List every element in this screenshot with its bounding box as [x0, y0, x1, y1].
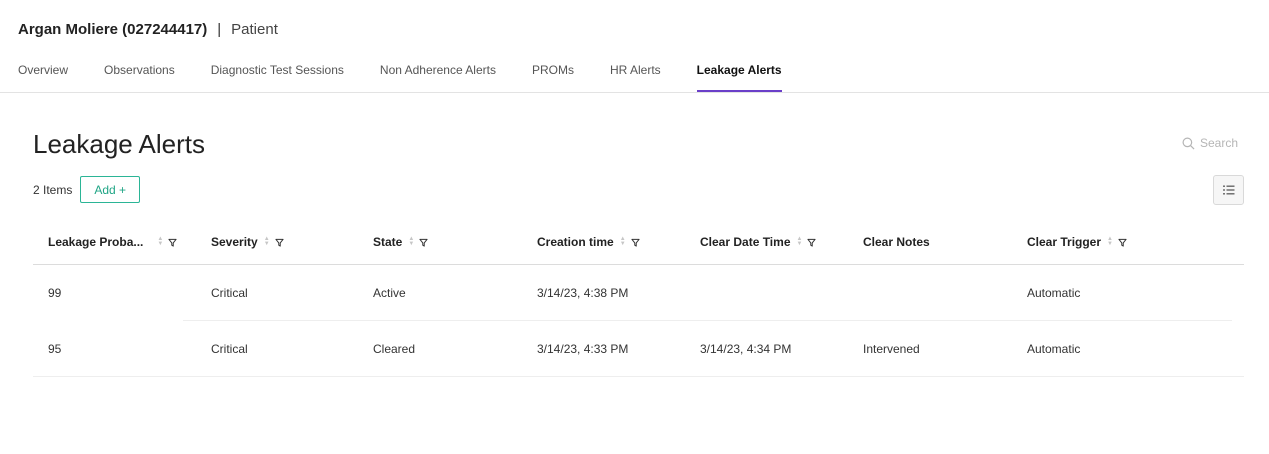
tab-diagnostic-test-sessions[interactable]: Diagnostic Test Sessions [211, 56, 344, 92]
table-row[interactable]: 99 Critical Active 3/14/23, 4:38 PM Auto… [33, 265, 1244, 321]
sort-icon[interactable]: ▲ ▼ [620, 236, 626, 247]
column-label: State [373, 235, 403, 249]
cell-creation-time: 3/14/23, 4:38 PM [537, 286, 629, 300]
sort-icon[interactable]: ▲ ▼ [264, 236, 270, 247]
sort-icon[interactable]: ▲ ▼ [408, 236, 414, 247]
cell-state: Cleared [373, 341, 416, 356]
filter-icon[interactable] [631, 238, 640, 247]
cell-clear-notes: Intervened [863, 341, 920, 356]
tab-observations[interactable]: Observations [104, 56, 175, 92]
page-header: Argan Moliere (027244417) | Patient [18, 21, 278, 38]
cell-leakage-probability: 95 [48, 341, 62, 356]
search-box[interactable]: Search [1182, 136, 1238, 150]
tab-proms[interactable]: PROMs [532, 56, 574, 92]
sort-icon[interactable]: ▲ ▼ [157, 236, 163, 247]
table-row[interactable]: 95 Critical Cleared 3/14/23, 4:33 PM 3/1… [33, 321, 1244, 377]
header-separator: | [217, 21, 222, 38]
column-label: Clear Notes [863, 235, 930, 249]
column-settings-button[interactable] [1213, 175, 1244, 205]
column-label: Creation time [537, 235, 614, 249]
cell-severity: Critical [211, 341, 248, 356]
cell-clear-trigger: Automatic [1027, 341, 1081, 356]
patient-role: Patient [231, 21, 278, 38]
column-header-severity[interactable]: Severity ▲ ▼ [211, 235, 373, 249]
filter-icon[interactable] [275, 238, 284, 247]
table-header: Leakage Proba... ▲ ▼ Severity ▲ ▼ State ▲ ▼… [33, 220, 1244, 265]
filter-icon[interactable] [807, 238, 817, 247]
column-label: Severity [211, 235, 258, 249]
column-header-state[interactable]: State ▲ ▼ [373, 235, 537, 249]
items-count: 2 Items [33, 182, 73, 197]
sort-icon[interactable]: ▲ ▼ [1107, 236, 1113, 247]
tab-non-adherence-alerts[interactable]: Non Adherence Alerts [380, 56, 496, 92]
cell-creation-time: 3/14/23, 4:33 PM [537, 341, 629, 356]
tab-bar: Overview Observations Diagnostic Test Se… [18, 56, 818, 92]
add-button[interactable]: Add + [80, 176, 141, 203]
tab-leakage-alerts[interactable]: Leakage Alerts [696, 56, 782, 92]
search-icon [1182, 137, 1195, 149]
filter-icon[interactable] [168, 238, 177, 247]
cell-clear-trigger: Automatic [1027, 286, 1081, 300]
column-header-clear-date-time[interactable]: Clear Date Time ▲ ▼ [700, 235, 863, 249]
filter-icon[interactable] [419, 238, 428, 247]
cell-leakage-probability: 99 [48, 286, 62, 300]
column-label: Leakage Proba... [48, 235, 144, 249]
column-label: Clear Trigger [1027, 235, 1102, 249]
page-title: Leakage Alerts [33, 129, 206, 159]
filter-icon[interactable] [1118, 238, 1127, 247]
leakage-alerts-table: Leakage Proba... ▲ ▼ Severity ▲ ▼ State ▲ ▼… [33, 220, 1244, 377]
search-placeholder: Search [1199, 136, 1238, 150]
cell-state: Active [373, 286, 406, 300]
column-header-clear-trigger[interactable]: Clear Trigger ▲ ▼ [1027, 235, 1244, 249]
sort-icon[interactable]: ▲ ▼ [797, 236, 803, 247]
column-header-leakage-probability[interactable]: Leakage Proba... ▲ ▼ [33, 235, 211, 249]
tab-overview[interactable]: Overview [18, 56, 68, 92]
tab-hr-alerts[interactable]: HR Alerts [610, 56, 661, 92]
cell-severity: Critical [211, 286, 248, 300]
column-header-clear-notes: Clear Notes [863, 235, 1027, 249]
toolbar: 2 Items Add + [33, 176, 141, 203]
column-label: Clear Date Time [700, 235, 791, 249]
column-header-creation-time[interactable]: Creation time ▲ ▼ [537, 235, 700, 249]
column-settings-icon [1222, 185, 1234, 195]
cell-clear-date-time: 3/14/23, 4:34 PM [700, 341, 792, 356]
tabs-divider [0, 92, 1269, 93]
patient-name: Argan Moliere (027244417) [18, 21, 208, 38]
